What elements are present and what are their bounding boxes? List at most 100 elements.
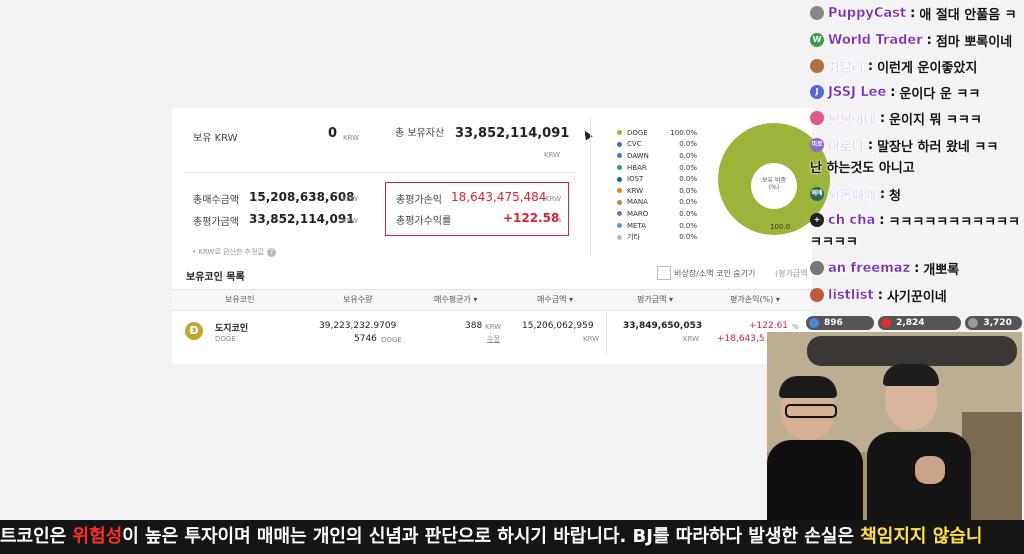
buy-amount-unit: KRW — [583, 335, 600, 343]
chat-nick[interactable]: World Trader — [828, 32, 923, 47]
return-label: 총평가수익률 — [396, 216, 452, 227]
return-value: +122.58 — [503, 211, 560, 225]
doge-coin-icon: Ð — [185, 322, 203, 340]
col-buy-amount[interactable]: 매수금액 ▾ — [537, 294, 573, 305]
summary-divider — [186, 172, 576, 173]
chat-message-continued: 난 하는것도 아니고 — [810, 155, 915, 177]
col-coin[interactable]: 보유코인 — [225, 294, 254, 305]
total-buy-label: 총매수금액 — [193, 195, 239, 206]
streamer-left-hair — [779, 376, 837, 398]
legend-name: IOST — [627, 175, 644, 184]
avg-edit-link[interactable]: 수정 — [487, 334, 500, 344]
chat-nick[interactable]: ch cha — [828, 212, 876, 227]
chat-nick[interactable]: 붕붕이네 — [828, 109, 876, 127]
avatar — [810, 261, 824, 275]
chat-viewers-icon — [809, 318, 819, 328]
pnl-pct-unit: % — [792, 323, 799, 331]
legend-item: MARO 0.0% — [617, 208, 697, 220]
legend-item: META 0.0% — [617, 220, 697, 232]
streamer-right — [867, 364, 977, 520]
pnl-label: 총평가손익 — [396, 195, 442, 206]
banner-highlight-responsibility: 책임지지 않습니 — [860, 526, 983, 547]
chat-nick[interactable]: 뇌동매매 — [828, 185, 876, 203]
avg-price-unit: KRW — [485, 323, 502, 331]
banner-highlight-risk: 위험성 — [72, 526, 123, 547]
legend-dot — [617, 176, 622, 182]
total-holdings-value: 33,852,114,091 — [455, 126, 570, 141]
allocation-legend: DOGE 100.0% CVC 0.0% DAWN 0.0% HBAR 0.0% IOS… — [617, 127, 697, 243]
chat-colon: : — [879, 186, 886, 202]
qty-line1: 39,223,232.9709 — [319, 321, 397, 331]
legend-name: MARO — [627, 209, 649, 218]
coin-name: 도지코인 — [215, 324, 249, 334]
legend-name: META — [627, 221, 646, 230]
avatar — [810, 288, 824, 302]
stream-stats: 896 2,824 3,720 — [806, 316, 1022, 330]
donut-value-label: 100.0 — [770, 223, 791, 231]
chat-text: 청 — [889, 188, 902, 204]
legend-name: HBAR — [627, 163, 647, 172]
legend-dot — [617, 234, 622, 240]
eval-amount: 33,849,650,053 — [623, 321, 703, 331]
donut-center-label: 보유 비중 — [762, 177, 786, 184]
legend-dot — [617, 141, 622, 147]
streamer-right-hand — [915, 456, 945, 484]
chat-nick[interactable]: an freemaz — [828, 260, 910, 275]
table-header — [172, 289, 812, 311]
chat-message: listlist: 사기꾼이네 — [810, 284, 947, 306]
legend-name: 기타 — [627, 233, 640, 242]
chat-text: 운이지 뭐 ㅋㅋㅋ — [889, 112, 982, 128]
avatar: + — [810, 213, 824, 227]
chat-message: PuppyCast: 애 절대 안풀음 ㅋ — [810, 2, 1017, 24]
chat-colon: : — [879, 110, 886, 126]
chat-colon: : — [867, 137, 874, 153]
col-avg-price[interactable]: 매수평균가 ▾ — [434, 294, 477, 305]
legend-pct: 0.0% — [679, 140, 697, 149]
banner-text: 트코인은 — [0, 526, 73, 547]
chat-message: 매매 뇌동매매: 청 — [810, 183, 901, 205]
col-eval-amount[interactable]: 평가금액 ▾ — [637, 294, 673, 305]
stat-value: 3,720 — [983, 318, 1012, 328]
legend-item: MANA 0.0% — [617, 197, 697, 209]
legend-pct: 0.0% — [679, 209, 697, 218]
legend-item: DAWN 0.0% — [617, 150, 697, 162]
legend-name: DAWN — [627, 151, 649, 160]
sort-label[interactable]: (평가금액 — [775, 268, 808, 279]
qty-unit: DOGE — [381, 336, 402, 344]
stat-value: 2,824 — [896, 318, 925, 328]
chat-nick[interactable]: listlist — [828, 287, 874, 302]
chat-colon: : — [890, 84, 896, 100]
pnl-pct: +122.61 — [749, 321, 789, 331]
chat-message: 붕붕이네: 운이지 뭐 ㅋㅋㅋ — [810, 107, 982, 129]
stat-chat-viewers: 896 — [806, 316, 875, 330]
col-qty[interactable]: 보유수량 — [343, 294, 372, 305]
legend-item: DOGE 100.0% — [617, 127, 697, 139]
microphone-arm — [807, 336, 1017, 366]
chat-text: 점마 뽀록이네 — [935, 34, 1013, 50]
legend-item: 기타 0.0% — [617, 231, 697, 243]
stat-youtube: 2,824 — [878, 316, 962, 330]
col-pnl[interactable]: 평가손익(%) ▾ — [730, 294, 780, 305]
chat-nick[interactable]: JSSJ Lee — [828, 84, 887, 99]
chat-nick[interactable]: PuppyCast — [828, 5, 906, 20]
avatar: W — [810, 33, 824, 47]
legend-item: CVC 0.0% — [617, 139, 697, 151]
help-icon[interactable]: ? — [266, 248, 276, 257]
legend-dot — [617, 153, 622, 159]
chat-text: 말장난 하러 왔네 ㅋㅋ — [877, 139, 999, 155]
stat-value: 896 — [824, 318, 843, 328]
legend-name: KRW — [627, 186, 644, 195]
hide-small-label: 비상장/소액 코인 숨기기 — [674, 269, 756, 278]
chat-colon: : — [877, 287, 883, 303]
avatar: 미로 — [810, 138, 824, 152]
donut-center: 보유 비중 (%) — [751, 163, 797, 209]
eval-amount-unit: KRW — [683, 335, 700, 343]
legend-pct: 0.0% — [679, 233, 697, 242]
streamer-left-body — [767, 440, 863, 520]
avg-price: 388 — [465, 321, 483, 331]
chat-text: 이런게 운이좋았지 — [877, 60, 978, 76]
chat-nick[interactable]: 최달리 — [828, 57, 864, 75]
chat-nick[interactable]: 미로니 — [828, 136, 864, 154]
hide-small-checkbox[interactable] — [657, 266, 671, 280]
legend-dot — [617, 130, 622, 136]
